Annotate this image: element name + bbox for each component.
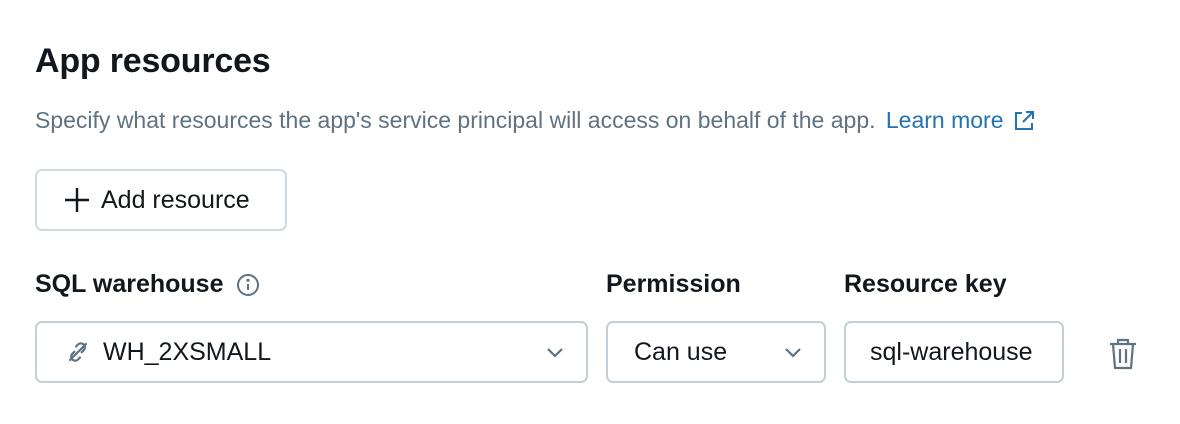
resource-key-label: Resource key	[844, 270, 1007, 298]
trash-icon	[1110, 338, 1136, 370]
learn-more-link[interactable]: Learn more	[886, 107, 1035, 134]
chevron-down-icon	[785, 348, 801, 358]
learn-more-label: Learn more	[885, 107, 1004, 133]
disconnected-link-icon	[68, 342, 88, 362]
sql-warehouse-label: SQL warehouse	[35, 270, 260, 299]
add-resource-label: Add resource	[101, 185, 250, 214]
sql-warehouse-label-text: SQL warehouse	[35, 270, 224, 298]
section-title: App resources	[35, 42, 271, 80]
permission-label: Permission	[606, 270, 741, 298]
delete-resource-button[interactable]	[1103, 334, 1143, 374]
section-description: Specify what resources the app's service…	[35, 107, 1035, 134]
info-icon[interactable]	[236, 273, 260, 297]
permission-value: Can use	[634, 337, 728, 366]
resource-key-input[interactable]	[844, 321, 1064, 383]
plus-icon	[65, 188, 89, 212]
app-resources-section: App resources Specify what resources the…	[0, 0, 1180, 424]
permission-select[interactable]: Can use	[606, 321, 826, 383]
add-resource-button[interactable]: Add resource	[35, 169, 287, 231]
sql-warehouse-select[interactable]: WH_2XSMALL	[35, 321, 588, 383]
external-link-icon	[1014, 110, 1034, 130]
chevron-down-icon	[547, 348, 563, 358]
description-text: Specify what resources the app's service…	[35, 107, 876, 133]
sql-warehouse-value: WH_2XSMALL	[103, 337, 272, 366]
